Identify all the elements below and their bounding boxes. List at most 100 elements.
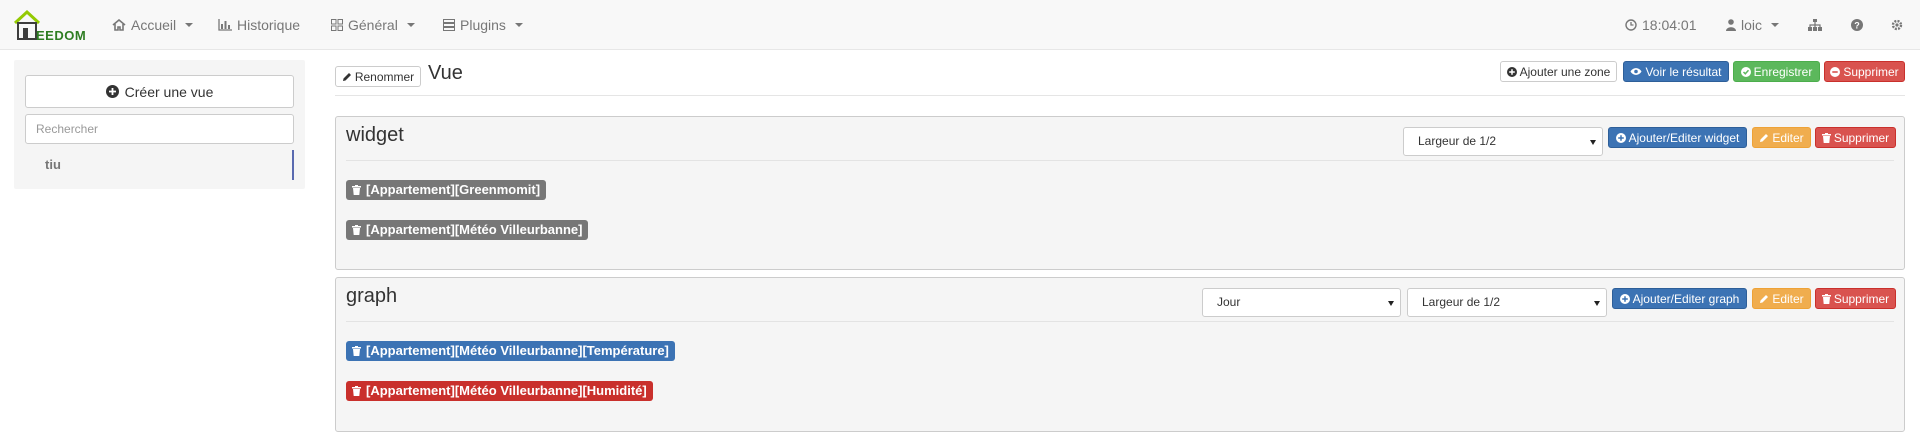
trash-icon	[1821, 293, 1831, 304]
rename-button[interactable]: Renommer	[335, 66, 421, 87]
question-icon: ?	[1851, 19, 1863, 31]
zone-title: graph	[346, 285, 398, 307]
logo-text: EEDOM	[36, 28, 87, 43]
zone-item-label: [Appartement][Météo Villeurbanne][Tempér…	[366, 343, 669, 358]
delete-zone-label: Supprimer	[1833, 291, 1890, 306]
zone-item-graph[interactable]: [Appartement][Météo Villeurbanne][Tempér…	[346, 341, 675, 361]
nav-historique[interactable]: Historique	[218, 0, 300, 50]
nav-general[interactable]: Général	[331, 0, 415, 50]
list-icon	[443, 19, 455, 31]
nav-plugins-label: Plugins	[460, 17, 506, 33]
zone-width-select[interactable]: Largeur de 1/2	[1407, 288, 1607, 317]
zone-graph: graph Jour Largeur de 1/2 Ajouter/Editer…	[335, 277, 1905, 432]
trash-icon	[1821, 132, 1831, 143]
delete-view-button[interactable]: Supprimer	[1824, 61, 1905, 82]
period-select[interactable]: Jour	[1202, 288, 1401, 317]
plus-circle-icon	[1506, 66, 1517, 77]
pencil-icon	[1760, 294, 1769, 303]
bar-chart-icon	[218, 19, 232, 31]
edit-zone-label: Editer	[1772, 130, 1804, 145]
nav-general-label: Général	[348, 17, 398, 33]
gear-icon	[1891, 19, 1903, 31]
chevron-down-icon	[406, 23, 415, 27]
sitemap-icon	[1808, 19, 1822, 31]
pencil-icon	[342, 72, 351, 81]
top-navbar: EEDOM Accueil Historique Général Plugins…	[0, 0, 1920, 50]
create-view-button[interactable]: Créer une vue	[25, 75, 294, 108]
zone-divider	[346, 160, 1894, 161]
zone-width-value: Largeur de 1/2	[1418, 134, 1497, 148]
clock: 18:04:01	[1625, 0, 1697, 50]
rename-label: Renommer	[354, 69, 415, 84]
save-label: Enregistrer	[1753, 64, 1813, 79]
clock-icon	[1625, 19, 1637, 31]
edit-zone-button[interactable]: Editer	[1752, 127, 1811, 148]
grid-icon	[331, 19, 343, 31]
nav-plugins[interactable]: Plugins	[443, 0, 523, 50]
header-divider	[335, 95, 1905, 96]
edit-zone-label: Editer	[1772, 291, 1804, 306]
view-result-button[interactable]: Voir le résultat	[1623, 61, 1729, 82]
settings-button[interactable]	[1891, 0, 1903, 50]
add-zone-label: Ajouter une zone	[1519, 64, 1611, 79]
dropdown-arrow-icon	[1594, 301, 1600, 306]
delete-zone-label: Supprimer	[1833, 130, 1890, 145]
network-button[interactable]	[1808, 0, 1822, 50]
zone-widget: widget Largeur de 1/2 Ajouter/Editer wid…	[335, 116, 1905, 270]
plus-circle-icon	[1615, 132, 1626, 143]
user-icon	[1726, 19, 1736, 31]
edit-zone-button[interactable]: Editer	[1752, 288, 1811, 309]
chevron-down-icon	[185, 23, 194, 27]
chevron-down-icon	[1771, 23, 1780, 27]
trash-icon[interactable]	[352, 386, 361, 396]
zone-item-widget[interactable]: [Appartement][Greenmomit]	[346, 180, 547, 200]
plus-circle-icon	[105, 85, 119, 98]
zone-item-label: [Appartement][Météo Villeurbanne][Humidi…	[366, 383, 647, 398]
dropdown-arrow-icon	[1590, 140, 1596, 145]
sidebar-item-view[interactable]: tiu	[25, 150, 294, 180]
trash-icon[interactable]	[352, 346, 361, 356]
delete-view-label: Supprimer	[1843, 64, 1899, 79]
sidebar: Créer une vue tiu	[14, 60, 305, 189]
add-zone-button[interactable]: Ajouter une zone	[1500, 61, 1617, 82]
zone-item-label: [Appartement][Météo Villeurbanne]	[366, 222, 583, 237]
zone-item-widget[interactable]: [Appartement][Météo Villeurbanne]	[346, 220, 589, 240]
nav-accueil-label: Accueil	[131, 17, 177, 33]
zone-title: widget	[346, 124, 404, 146]
nav-accueil[interactable]: Accueil	[112, 0, 194, 50]
delete-zone-button[interactable]: Supprimer	[1815, 127, 1896, 148]
user-menu[interactable]: loic	[1726, 0, 1780, 50]
help-button[interactable]: ?	[1851, 0, 1863, 50]
trash-icon[interactable]	[352, 185, 361, 195]
clock-time: 18:04:01	[1642, 17, 1697, 33]
create-view-label: Créer une vue	[124, 83, 214, 100]
pencil-icon	[1760, 133, 1769, 142]
user-name: loic	[1741, 17, 1763, 33]
zone-item-graph[interactable]: [Appartement][Météo Villeurbanne][Humidi…	[346, 381, 653, 401]
add-edit-graph-button[interactable]: Ajouter/Editer graph	[1612, 288, 1747, 309]
view-result-label: Voir le résultat	[1645, 64, 1722, 79]
zone-width-select[interactable]: Largeur de 1/2	[1403, 127, 1603, 156]
zone-item-label: [Appartement][Greenmomit]	[366, 182, 541, 197]
plus-circle-icon	[1619, 293, 1630, 304]
add-edit-widget-button[interactable]: Ajouter/Editer widget	[1608, 127, 1747, 148]
zone-divider	[346, 321, 1894, 322]
minus-circle-icon	[1830, 66, 1841, 77]
dropdown-arrow-icon	[1388, 301, 1394, 306]
add-edit-graph-label: Ajouter/Editer graph	[1632, 291, 1740, 306]
search-input[interactable]	[25, 114, 294, 144]
zone-width-value: Largeur de 1/2	[1422, 295, 1501, 309]
add-edit-widget-label: Ajouter/Editer widget	[1628, 130, 1740, 145]
check-circle-icon	[1740, 66, 1751, 77]
nav-historique-label: Historique	[237, 17, 301, 33]
home-icon	[112, 19, 126, 31]
delete-zone-button[interactable]: Supprimer	[1815, 288, 1896, 309]
jeedom-logo[interactable]: EEDOM	[13, 9, 87, 43]
chevron-down-icon	[514, 23, 523, 27]
save-button[interactable]: Enregistrer	[1733, 61, 1820, 82]
svg-text:?: ?	[1854, 21, 1860, 31]
eye-icon	[1630, 68, 1642, 75]
page-title: Vue	[428, 62, 463, 84]
period-value: Jour	[1217, 295, 1241, 309]
trash-icon[interactable]	[352, 225, 361, 235]
